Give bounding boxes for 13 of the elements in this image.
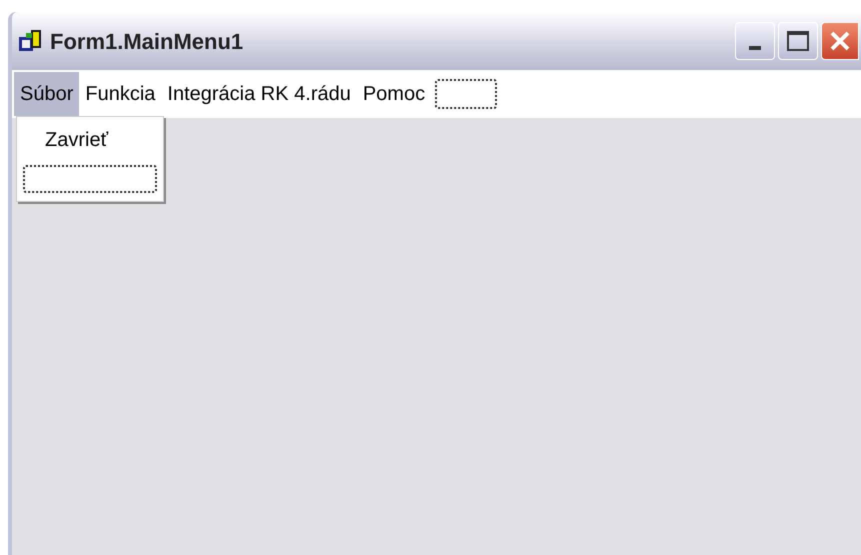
window-title: Form1.MainMenu1 (50, 28, 244, 56)
dropdown-item[interactable]: Zavrieť (23, 125, 157, 155)
close-button[interactable] (821, 22, 859, 60)
menu-item[interactable]: Funkcia (79, 72, 162, 116)
menu-item[interactable]: Integrácia RK 4.rádu (161, 72, 357, 116)
menu-item[interactable]: Pomoc (356, 72, 432, 116)
menu-item[interactable]: Súbor (14, 72, 80, 116)
close-icon (829, 30, 851, 52)
new-item-placeholder[interactable] (23, 165, 157, 193)
minimize-button[interactable] (735, 22, 775, 60)
maximize-button[interactable] (778, 22, 818, 60)
new-menu-placeholder[interactable] (435, 79, 498, 109)
app-icon (18, 29, 44, 53)
